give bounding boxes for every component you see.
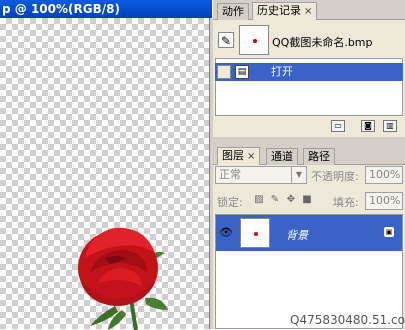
close-icon[interactable]: × xyxy=(304,6,312,17)
lock-transparent-icon[interactable]: ▨ xyxy=(253,194,265,206)
blend-mode-value: 正常 xyxy=(219,168,241,181)
tab-channels[interactable]: 通道 xyxy=(266,148,298,165)
fill-field[interactable]: 100% xyxy=(365,192,403,210)
snapshot-label: QQ截图未命名.bmp xyxy=(272,36,373,49)
lock-icon: ▣ xyxy=(384,227,394,237)
history-snapshot[interactable]: ✎ QQ截图未命名.bmp xyxy=(215,24,403,58)
history-panel-tabs: 动作 历史记录 × xyxy=(213,0,405,20)
palette-panels: 动作 历史记录 × ✎ QQ截图未命名.bmp ▤ 打开 ▭ ◙ ▥ 图层 × 通道 xyxy=(213,0,405,329)
lock-label: 锁定: xyxy=(217,196,243,209)
tab-paths-label: 路径 xyxy=(308,150,330,163)
document-title: p @ 100%(RGB/8) xyxy=(2,2,120,16)
fill-value: 100% xyxy=(369,194,401,207)
layers-list: 👁 背景 ▣ xyxy=(215,214,403,329)
history-state-open[interactable]: ▤ 打开 xyxy=(215,63,403,81)
rose-image xyxy=(78,227,168,330)
tab-paths[interactable]: 路径 xyxy=(303,148,335,165)
chevron-down-icon: ▼ xyxy=(291,167,306,183)
brush-source-icon[interactable]: ✎ xyxy=(218,32,234,48)
tab-history-label: 历史记录 xyxy=(257,4,301,17)
opacity-value: 100% xyxy=(369,168,401,181)
new-document-from-state-icon[interactable]: ▭ xyxy=(331,120,345,132)
eye-icon[interactable]: 👁 xyxy=(219,227,233,239)
panel-separator xyxy=(213,137,405,145)
opacity-field[interactable]: 100% xyxy=(365,166,403,184)
tab-layers-label: 图层 xyxy=(222,149,244,162)
history-brush-checkbox[interactable] xyxy=(217,65,231,79)
layers-panel-tabs: 图层 × 通道 路径 xyxy=(213,145,405,165)
tab-history[interactable]: 历史记录 × xyxy=(252,2,318,20)
lock-all-icon[interactable]: ■ xyxy=(301,194,313,206)
layer-name: 背景 xyxy=(286,229,308,242)
canvas[interactable] xyxy=(0,18,209,330)
tab-layers[interactable]: 图层 × xyxy=(217,147,261,165)
trash-icon[interactable]: ▥ xyxy=(383,120,397,132)
fill-label: 填充: xyxy=(333,196,359,209)
layer-thumbnail xyxy=(240,218,270,248)
document-title-bar[interactable]: p @ 100%(RGB/8) xyxy=(0,0,212,18)
tab-actions-label: 动作 xyxy=(222,5,244,18)
close-icon[interactable]: × xyxy=(247,151,255,162)
lock-position-icon[interactable]: ✥ xyxy=(285,194,297,206)
lock-row: 锁定: ▨ ✎ ✥ ■ 填充: 100% xyxy=(215,192,403,210)
snapshot-thumbnail xyxy=(239,25,269,55)
opacity-label: 不透明度: xyxy=(311,170,359,183)
lock-image-icon[interactable]: ✎ xyxy=(269,194,281,206)
new-snapshot-icon[interactable]: ◙ xyxy=(361,120,375,132)
history-state-label: 打开 xyxy=(271,65,293,78)
open-document-icon: ▤ xyxy=(235,65,249,79)
layer-row-background[interactable]: 👁 背景 ▣ xyxy=(216,215,402,251)
tab-actions[interactable]: 动作 xyxy=(217,3,249,20)
history-buttons: ▭ ◙ ▥ xyxy=(213,118,405,134)
blend-row: 正常 ▼ 不透明度: 100% xyxy=(215,166,403,186)
tab-channels-label: 通道 xyxy=(271,150,293,163)
blend-mode-select[interactable]: 正常 ▼ xyxy=(215,166,307,184)
watermark-text: Q475830480.51.com xyxy=(290,313,405,327)
